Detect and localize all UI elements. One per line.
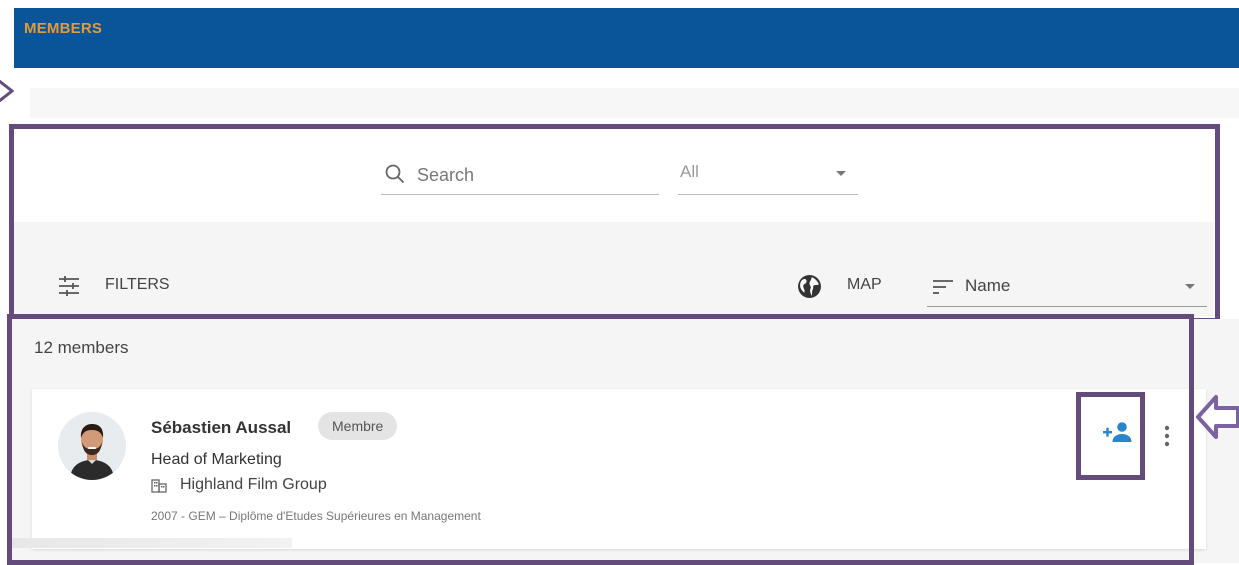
results-area: 12 members Sébastien Aussal Membre Head … xyxy=(12,319,1239,563)
more-options-button[interactable] xyxy=(1157,420,1177,454)
avatar-photo xyxy=(58,412,126,480)
sort-icon xyxy=(933,280,953,294)
search-field[interactable] xyxy=(381,156,659,195)
scope-select-value: All xyxy=(680,162,699,181)
member-education: 2007 - GEM – Diplôme d'Etudes Supérieure… xyxy=(151,509,481,523)
search-input[interactable] xyxy=(415,162,649,188)
card-shadow xyxy=(12,538,292,548)
filters-label: FILTERS xyxy=(105,276,170,293)
scope-select[interactable]: All xyxy=(678,156,858,195)
globe-icon xyxy=(798,275,821,298)
page-title: MEMBERS xyxy=(24,20,103,37)
tune-icon xyxy=(59,276,79,296)
chevron-down-icon xyxy=(1185,284,1195,289)
search-icon xyxy=(385,164,405,184)
header-bar: MEMBERS xyxy=(14,8,1239,68)
member-role-badge: Membre xyxy=(318,412,398,440)
pointer-arrow-left xyxy=(0,80,15,102)
avatar[interactable] xyxy=(58,412,126,480)
person-add-icon xyxy=(1103,422,1132,442)
building-icon xyxy=(151,479,167,493)
member-count: 12 members xyxy=(34,338,129,357)
sub-header-bar xyxy=(30,88,1239,118)
member-card[interactable]: Sébastien Aussal Membre Head of Marketin… xyxy=(32,389,1206,549)
member-company-name: Highland Film Group xyxy=(180,476,327,493)
sort-select[interactable]: Name xyxy=(927,270,1207,307)
map-label: MAP xyxy=(847,276,882,293)
filter-panel: All FILTERS MAP xyxy=(11,126,1213,316)
pointer-arrow-right xyxy=(1196,395,1239,439)
more-vertical-icon xyxy=(1164,425,1170,447)
member-name[interactable]: Sébastien Aussal xyxy=(151,418,291,438)
sort-select-value: Name xyxy=(965,276,1011,295)
member-job-title: Head of Marketing xyxy=(151,451,282,468)
chevron-down-icon xyxy=(836,171,846,176)
add-contact-button[interactable] xyxy=(1090,395,1146,469)
